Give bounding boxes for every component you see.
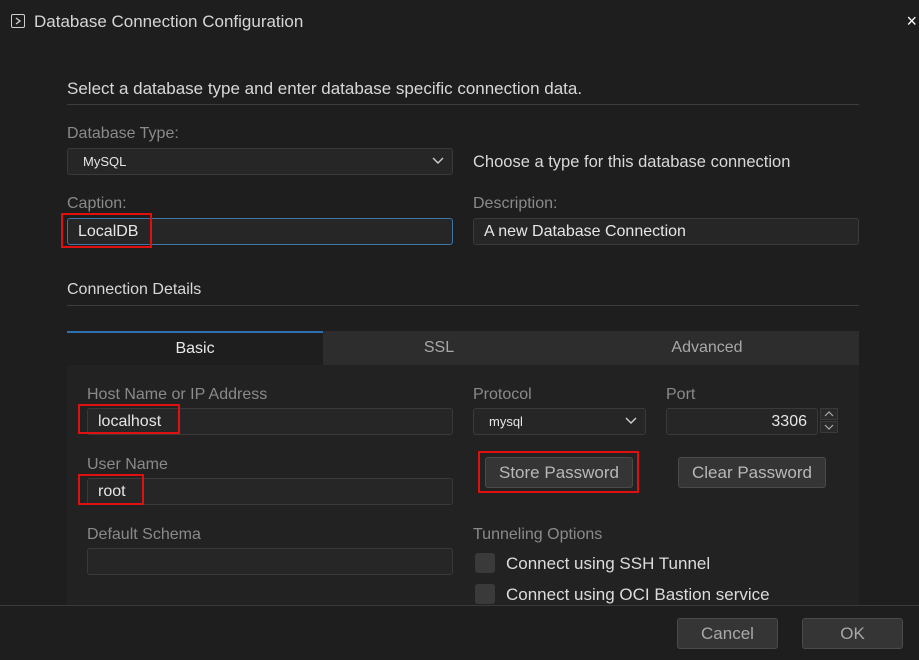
port-value: 3306 [771,412,807,430]
user-label: User Name [87,456,168,473]
tab-basic[interactable]: Basic [67,331,323,365]
description-input[interactable]: A new Database Connection [473,218,859,245]
divider [67,305,859,306]
oci-bastion-label: Connect using OCI Bastion service [506,585,770,604]
database-type-select[interactable]: MySQL [67,148,453,175]
cancel-button[interactable]: Cancel [677,618,778,649]
oci-bastion-checkbox[interactable] [475,584,495,604]
description-value: A new Database Connection [484,222,686,240]
ssh-tunnel-checkbox[interactable] [475,553,495,573]
tab-advanced[interactable]: Advanced [555,331,859,365]
clear-password-button[interactable]: Clear Password [678,457,826,488]
terminal-icon [11,14,25,28]
caption-highlight [61,213,152,248]
caption-label: Caption: [67,195,127,212]
divider [67,104,859,105]
database-type-hint: Choose a type for this database connecti… [473,153,791,171]
tab-ssl[interactable]: SSL [323,331,555,365]
port-increment[interactable] [820,408,838,420]
database-type-value: MySQL [83,154,127,169]
description-label: Description: [473,195,558,212]
chevron-down-icon [824,424,834,430]
ok-button[interactable]: OK [802,618,903,649]
user-highlight [78,474,144,505]
tab-bar: Basic SSL Advanced [67,331,859,365]
chevron-up-icon [824,411,834,417]
protocol-label: Protocol [473,386,532,403]
close-icon[interactable]: × [906,11,917,32]
protocol-value: mysql [489,414,523,429]
host-highlight [78,404,180,434]
chevron-down-icon [625,417,637,424]
protocol-select[interactable]: mysql [473,408,646,435]
intro-text: Select a database type and enter databas… [67,79,583,98]
port-label: Port [666,386,696,403]
schema-input[interactable] [87,548,453,575]
database-type-label: Database Type: [67,125,179,142]
window-title: Database Connection Configuration [34,12,304,31]
connection-details-heading: Connection Details [67,281,202,298]
port-input[interactable]: 3306 [666,408,818,435]
tunneling-label: Tunneling Options [473,526,603,543]
dialog-footer [0,605,919,660]
store-password-highlight [478,451,639,493]
ssh-tunnel-label: Connect using SSH Tunnel [506,554,711,573]
host-label: Host Name or IP Address [87,386,268,403]
schema-label: Default Schema [87,526,201,543]
port-decrement[interactable] [820,421,838,433]
chevron-down-icon [432,157,444,164]
